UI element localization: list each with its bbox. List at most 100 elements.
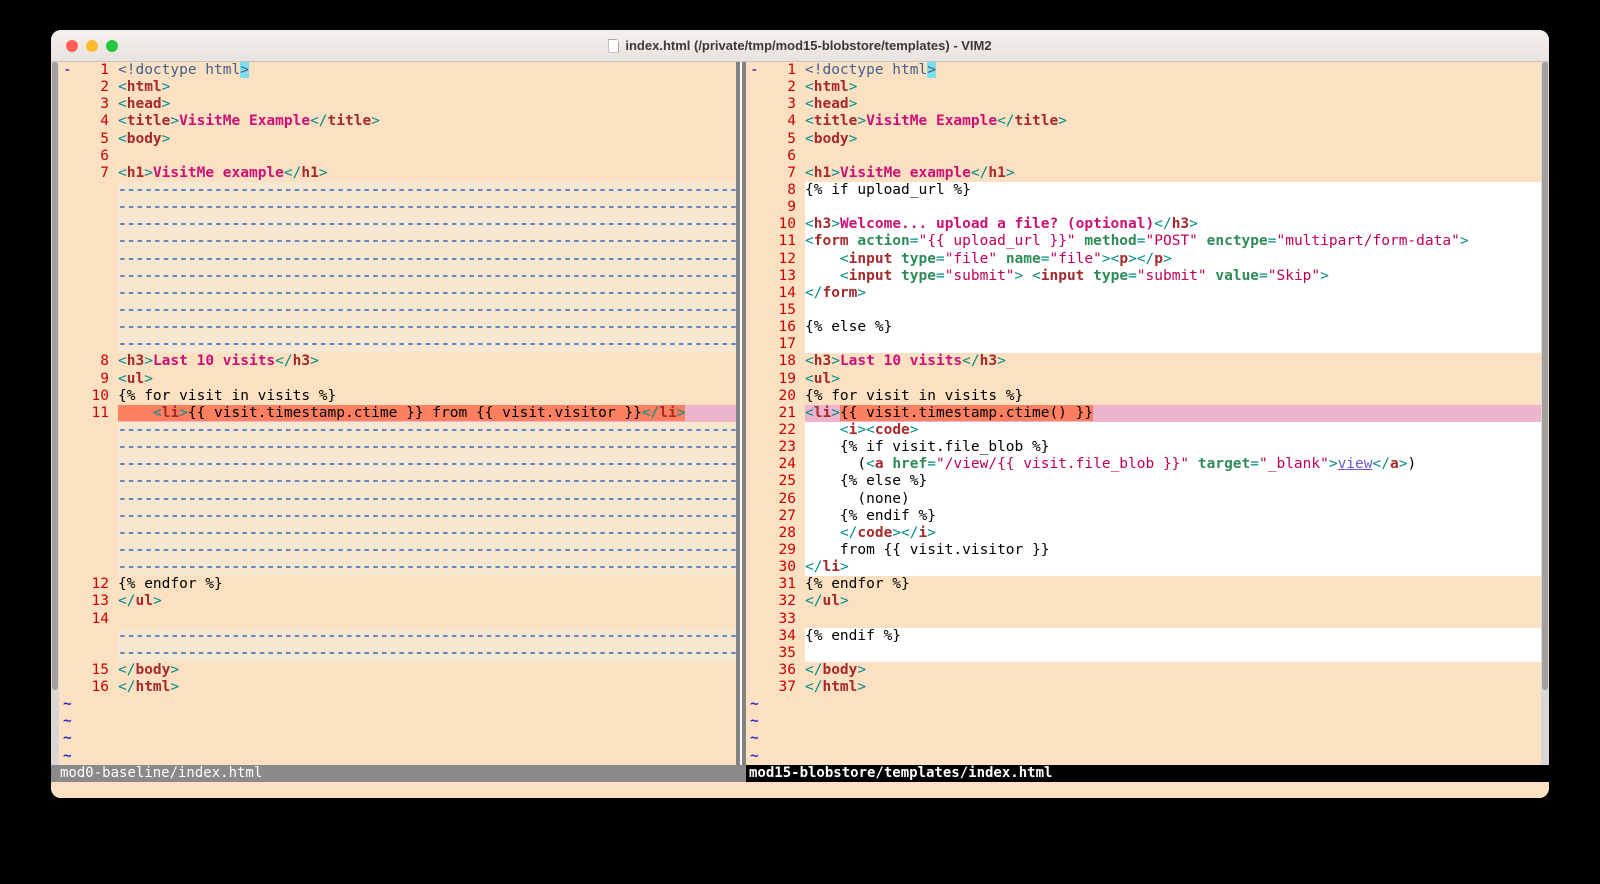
titlebar[interactable]: index.html (/private/tmp/mod15-blobstore…: [51, 30, 1549, 62]
code-line[interactable]: 28 </code></i>: [746, 525, 1541, 542]
code-line[interactable]: 11 <li>{{ visit.timestamp.ctime }} from …: [59, 405, 736, 422]
code-line[interactable]: 37</html>: [746, 679, 1541, 696]
code-line[interactable]: 34{% endif %}: [746, 628, 1541, 645]
fold-column: [746, 353, 763, 370]
code-line[interactable]: 3<head>: [746, 96, 1541, 113]
code-line[interactable]: 7<h1>VisitMe example</h1>: [59, 165, 736, 182]
line-number: 23: [763, 439, 805, 456]
fold-column: [59, 233, 76, 250]
code-line[interactable]: 10{% for visit in visits %}: [59, 388, 736, 405]
code-line[interactable]: 36</body>: [746, 662, 1541, 679]
code-line[interactable]: 2<html>: [746, 79, 1541, 96]
code-line[interactable]: 13</ul>: [59, 593, 736, 610]
code-line[interactable]: 2<html>: [59, 79, 736, 96]
code-line[interactable]: 18<h3>Last 10 visits</h3>: [746, 353, 1541, 370]
code-token: [884, 456, 893, 472]
code-token: <: [118, 113, 127, 129]
code-token: "multipart/form-data": [1276, 233, 1459, 249]
code-token: form: [822, 285, 857, 301]
code-line[interactable]: 23 {% if visit.file_blob %}: [746, 439, 1541, 456]
code-line[interactable]: 16{% else %}: [746, 319, 1541, 336]
code-line[interactable]: 14: [59, 611, 736, 628]
code-line[interactable]: 6: [59, 148, 736, 165]
code-line[interactable]: 5<body>: [746, 131, 1541, 148]
right-scrollbar[interactable]: [1541, 62, 1549, 765]
diff-filler-line: ----------------------------------------…: [59, 628, 736, 645]
deleted-line-dashes: ----------------------------------------…: [118, 319, 736, 336]
fold-column: [746, 131, 763, 148]
command-line[interactable]: [51, 782, 1549, 798]
code-token: </: [275, 353, 292, 369]
line-number: [76, 336, 118, 353]
line-number: 30: [763, 559, 805, 576]
code-token: "{{ upload_url }}": [919, 233, 1076, 249]
code-line[interactable]: 6: [746, 148, 1541, 165]
code-line[interactable]: 13 <input type="submit"> <input type="su…: [746, 268, 1541, 285]
code-line[interactable]: 31{% endfor %}: [746, 576, 1541, 593]
code-line[interactable]: 17: [746, 336, 1541, 353]
code-token: head: [127, 96, 162, 112]
code-line[interactable]: 19<ul>: [746, 371, 1541, 388]
code-line[interactable]: 26 (none): [746, 491, 1541, 508]
line-text: <title>VisitMe Example</title>: [118, 113, 736, 130]
code-line[interactable]: 11<form action="{{ upload_url }}" method…: [746, 233, 1541, 250]
code-token: <: [866, 456, 875, 472]
close-button[interactable]: [66, 40, 78, 52]
code-token: {% if visit.file_blob %}: [805, 439, 1049, 455]
code-line[interactable]: 10<h3>Welcome... upload a file? (optiona…: [746, 216, 1541, 233]
status-bars: mod0-baseline/index.html mod15-blobstore…: [51, 765, 1549, 782]
code-line[interactable]: 30</li>: [746, 559, 1541, 576]
code-line[interactable]: 33: [746, 611, 1541, 628]
code-line[interactable]: -1<!doctype html>: [59, 62, 736, 79]
code-line[interactable]: 16</html>: [59, 679, 736, 696]
code-line[interactable]: 24 (<a href="/view/{{ visit.file_blob }}…: [746, 456, 1541, 473]
code-token: code: [857, 525, 892, 541]
code-line[interactable]: 7<h1>VisitMe example</h1>: [746, 165, 1541, 182]
code-token: [997, 251, 1006, 267]
code-line[interactable]: -1<!doctype html>: [746, 62, 1541, 79]
fold-column: [59, 628, 76, 645]
code-line[interactable]: 5<body>: [59, 131, 736, 148]
code-line[interactable]: 8<h3>Last 10 visits</h3>: [59, 353, 736, 370]
minimize-button[interactable]: [86, 40, 98, 52]
code-token: >: [1128, 251, 1137, 267]
code-line[interactable]: 12{% endfor %}: [59, 576, 736, 593]
code-token: "submit": [1137, 268, 1207, 284]
code-line[interactable]: 4<title>VisitMe Example</title>: [59, 113, 736, 130]
code-line[interactable]: 21<li>{{ visit.timestamp.ctime() }}: [746, 405, 1541, 422]
code-line[interactable]: 15</body>: [59, 662, 736, 679]
left-scrollbar-thumb[interactable]: [52, 62, 58, 690]
code-line[interactable]: 25 {% else %}: [746, 473, 1541, 490]
code-line[interactable]: 20{% for visit in visits %}: [746, 388, 1541, 405]
code-line[interactable]: 22 <i><code>: [746, 422, 1541, 439]
vertical-split-handle[interactable]: [736, 62, 746, 765]
line-number: 24: [763, 456, 805, 473]
code-token: >: [857, 285, 866, 301]
code-line[interactable]: 29 from {{ visit.visitor }}: [746, 542, 1541, 559]
code-line[interactable]: 9<ul>: [59, 371, 736, 388]
line-number: 8: [763, 182, 805, 199]
zoom-button[interactable]: [106, 40, 118, 52]
code-line[interactable]: 35: [746, 645, 1541, 662]
code-line[interactable]: 4<title>VisitMe Example</title>: [746, 113, 1541, 130]
code-line[interactable]: 32</ul>: [746, 593, 1541, 610]
deleted-line-dashes: ----------------------------------------…: [118, 182, 736, 199]
line-text: <html>: [118, 79, 736, 96]
code-line[interactable]: 14</form>: [746, 285, 1541, 302]
code-line[interactable]: 15: [746, 302, 1541, 319]
code-line[interactable]: 3<head>: [59, 96, 736, 113]
fold-column: [746, 216, 763, 233]
code-line[interactable]: 9: [746, 199, 1541, 216]
code-token: [805, 251, 840, 267]
right-scrollbar-thumb[interactable]: [1542, 62, 1548, 690]
code-token: </: [642, 405, 659, 421]
code-line[interactable]: 8{% if upload_url %}: [746, 182, 1541, 199]
left-scrollbar[interactable]: [51, 62, 59, 765]
code-token: <: [1032, 268, 1041, 284]
code-token: h1: [127, 165, 144, 181]
code-token: {% endif %}: [805, 628, 901, 644]
code-line[interactable]: 12 <input type="file" name="file"><p></p…: [746, 251, 1541, 268]
code-line[interactable]: 27 {% endif %}: [746, 508, 1541, 525]
line-text: </li>: [805, 559, 1541, 576]
fold-column: [746, 268, 763, 285]
